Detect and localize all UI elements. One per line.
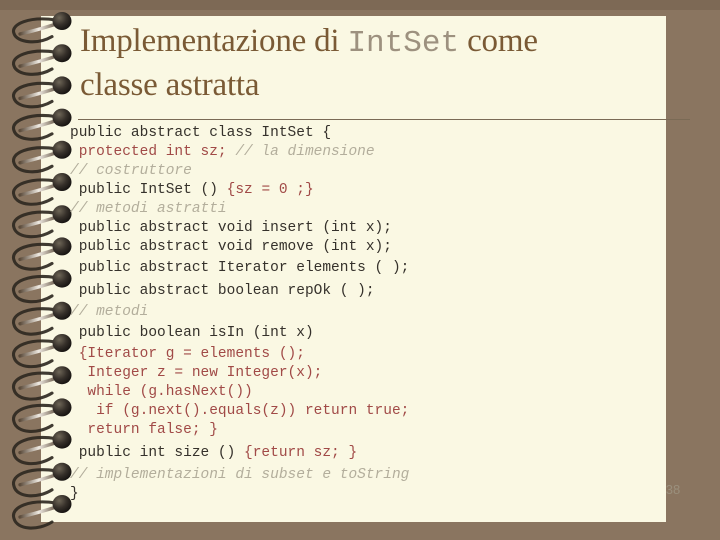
top-brown-band [0, 0, 720, 10]
code-line: // costruttore [70, 162, 670, 181]
code-line: protected int sz; // la dimensione [70, 143, 670, 162]
code-segment-red: protected int sz; [70, 144, 236, 160]
code-line: // metodi [70, 303, 670, 322]
code-segment-red: {return sz; } [244, 445, 358, 461]
code-line: {Iterator g = elements (); [70, 345, 670, 364]
page-title: Implementazione di IntSet come classe as… [80, 20, 680, 108]
code-segment-red: {Iterator g = elements (); [70, 346, 305, 362]
code-segment-dark: } [70, 486, 79, 502]
code-line: public abstract boolean repOk ( ); [70, 280, 670, 303]
code-segment-dark: public abstract boolean repOk ( ); [70, 283, 375, 299]
code-segment-comment: // la dimensione [235, 144, 375, 160]
code-line: return false; } [70, 421, 670, 440]
code-segment-dark: public boolean isIn (int x) [70, 325, 314, 341]
code-segment-dark: public int size () [70, 445, 245, 461]
code-line: // implementazioni di subset e toString [70, 466, 670, 485]
code-line: while (g.hasNext()) [70, 383, 670, 402]
title-code-word: IntSet [347, 26, 460, 61]
code-listing: public abstract class IntSet { protected… [70, 124, 670, 504]
code-segment-dark: public abstract void remove (int x); [70, 239, 392, 255]
title-text-part2: come [459, 23, 538, 59]
code-segment-red: Integer z = new Integer(x); [70, 365, 323, 381]
code-line: public IntSet () {sz = 0 ;} [70, 181, 670, 200]
code-line: // metodi astratti [70, 200, 670, 219]
code-line: } [70, 485, 670, 504]
code-segment-red: while (g.hasNext()) [70, 384, 253, 400]
code-segment-dark: public abstract Iterator elements ( ); [70, 260, 410, 276]
title-divider-rule [78, 119, 690, 120]
code-line: public abstract class IntSet { [70, 124, 670, 143]
code-segment-comment: // metodi astratti [70, 201, 227, 217]
title-line-two: classe astratta [80, 67, 260, 104]
code-segment-comment: // metodi [70, 304, 149, 320]
title-text-part1: Implementazione di [80, 23, 348, 59]
code-line: public abstract void insert (int x); [70, 219, 670, 238]
page-number: 38 [665, 482, 681, 497]
code-line: if (g.next().equals(z)) return true; [70, 402, 670, 421]
code-segment-dark: public abstract class IntSet { [70, 125, 332, 141]
code-segment-dark: public abstract void insert (int x); [70, 220, 392, 236]
code-segment-comment: // costruttore [70, 163, 192, 179]
code-segment-red: return false; } [70, 422, 218, 438]
code-line: public abstract void remove (int x); [70, 238, 670, 257]
code-line: Integer z = new Integer(x); [70, 364, 670, 383]
code-line: public abstract Iterator elements ( ); [70, 257, 670, 280]
code-segment-red: if (g.next().equals(z)) return true; [70, 403, 410, 419]
code-line: public boolean isIn (int x) [70, 322, 670, 345]
code-line: public int size () {return sz; } [70, 440, 670, 466]
slide-canvas: Implementazione di IntSet come classe as… [0, 0, 720, 540]
code-segment-dark: public IntSet () [70, 182, 227, 198]
code-segment-comment: // implementazioni di subset e toString [70, 467, 410, 483]
code-segment-red: {sz = 0 ;} [226, 182, 314, 198]
